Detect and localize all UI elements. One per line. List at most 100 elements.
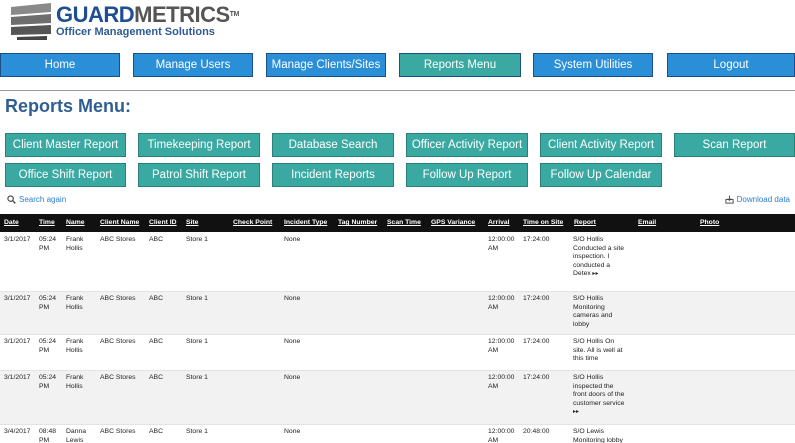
col-client-id[interactable]: Client ID	[149, 219, 177, 226]
cell-client-name-line: ABC Stores	[100, 236, 136, 243]
cell-time-on-site-line: 17:24:00	[523, 338, 550, 345]
office-shift-report-button[interactable]: Office Shift Report	[5, 163, 126, 187]
cell-time-line: PM	[39, 382, 50, 390]
col-time-on-site[interactable]: Time on Site	[523, 219, 563, 226]
cell-incident-type: None	[284, 428, 300, 437]
col-arrival[interactable]: Arrival	[488, 219, 510, 226]
cell-time-on-site: 20:48:00	[523, 428, 549, 437]
nav-manage-clients-button[interactable]: Manage Clients/Sites	[266, 53, 386, 77]
cell-client-id-line: ABC	[149, 236, 163, 243]
cell-report-line: S/O Lewis	[573, 428, 604, 435]
expand-report-icon[interactable]: ▸▸	[573, 409, 579, 415]
table-row[interactable]: 3/1/2017 05:24 PM Frank Hollis ABC Stores ABC S…	[0, 292, 795, 335]
cell-report-line: conducted a	[573, 261, 611, 269]
table-row[interactable]: 3/1/2017 05:24 PM Frank Hollis ABC Stores ABC S…	[0, 233, 795, 292]
cell-time-on-site-line: 17:24:00	[523, 374, 550, 381]
cell-time-on-site: 17:24:00	[523, 374, 549, 383]
nav-reports-menu-button[interactable]: Reports Menu	[399, 53, 521, 77]
brand-tagline: Officer Management Solutions	[56, 26, 215, 38]
follow-up-report-button[interactable]: Follow Up Report	[406, 163, 528, 187]
nav-home-button[interactable]: Home	[0, 53, 120, 77]
cell-time-on-site-line: 17:24:00	[523, 236, 550, 243]
timekeeping-report-button[interactable]: Timekeeping Report	[138, 133, 260, 157]
cell-site: Store 1	[186, 338, 208, 347]
col-check-point[interactable]: Check Point	[233, 219, 272, 226]
col-photo[interactable]: Photo	[700, 219, 719, 226]
cell-date-line: 3/1/2017	[4, 295, 31, 302]
cell-incident-type-line: None	[284, 295, 301, 302]
cell-client-name: ABC Stores	[100, 338, 136, 347]
cell-report: S/O Lewis Monitoring lobby	[573, 428, 623, 443]
search-again-label: Search again	[19, 195, 67, 204]
search-again-link[interactable]: Search again	[7, 195, 67, 205]
cell-name: Frank Hollis	[66, 338, 83, 355]
cell-time-line: 05:24	[39, 374, 57, 381]
scan-report-button[interactable]: Scan Report	[674, 133, 795, 157]
cell-client-id-line: ABC	[149, 338, 163, 345]
cell-time: 05:24 PM	[39, 295, 56, 312]
patrol-shift-report-button[interactable]: Patrol Shift Report	[138, 163, 260, 187]
cell-report-line: lobby	[573, 320, 590, 328]
download-icon	[725, 195, 734, 204]
cell-name: Frank Hollis	[66, 295, 83, 312]
table-row[interactable]: 3/1/2017 05:24 PM Frank Hollis ABC Stores ABC S…	[0, 371, 795, 425]
database-search-button[interactable]: Database Search	[272, 133, 394, 157]
col-site[interactable]: Site	[186, 219, 198, 226]
col-incident-type[interactable]: Incident Type	[284, 219, 327, 226]
cell-report-line: this time	[573, 355, 599, 362]
officer-activity-report-button[interactable]: Officer Activity Report	[406, 133, 528, 157]
col-client-name[interactable]: Client Name	[100, 219, 139, 226]
cell-arrival: 12:00:00 AM	[488, 374, 514, 391]
client-activity-report-button[interactable]: Client Activity Report	[540, 133, 662, 157]
cell-client-id-line: ABC	[149, 428, 163, 435]
cell-date: 3/1/2017	[4, 236, 30, 245]
nav-logout-button[interactable]: Logout	[667, 53, 795, 77]
cell-arrival: 12:00:00 AM	[488, 338, 514, 355]
table-row[interactable]: 3/4/2017 08:48 PM Danna Lewis ABC Stores ABC St…	[0, 425, 795, 443]
cell-report-more: ▸▸	[573, 408, 624, 417]
cell-date-line: 3/4/2017	[4, 428, 31, 435]
cell-arrival-line: AM	[488, 244, 499, 252]
nav-manage-users-button[interactable]: Manage Users	[133, 53, 253, 77]
cell-site: Store 1	[186, 428, 208, 437]
download-data-link[interactable]: Download data	[725, 195, 790, 204]
expand-report-icon[interactable]: ▸▸	[591, 271, 598, 277]
client-master-report-button[interactable]: Client Master Report	[5, 133, 126, 157]
col-gps-variance[interactable]: GPS Variance	[431, 219, 475, 226]
table-header: Date Time Name Client Name Client ID Sit…	[0, 214, 795, 232]
cell-client-name: ABC Stores	[100, 236, 136, 245]
col-scan-time[interactable]: Scan Time	[387, 219, 421, 226]
cell-time-line: 05:24	[39, 295, 57, 302]
col-date[interactable]: Date	[4, 219, 19, 226]
cell-client-name: ABC Stores	[100, 374, 136, 383]
col-email[interactable]: Email	[638, 219, 656, 226]
cell-report-line: cameras and	[573, 312, 613, 319]
cell-report: S/O Hollis On site. All is well at this ti…	[573, 338, 622, 364]
cell-report: S/O Hollis Monitoring cameras and lobby	[573, 295, 612, 329]
incident-reports-button[interactable]: Incident Reports	[272, 163, 394, 187]
col-time[interactable]: Time	[39, 219, 55, 226]
nav-system-utilities-button[interactable]: System Utilities	[533, 53, 653, 77]
download-data-label: Download data	[736, 195, 790, 204]
cell-report-line: inspected the	[573, 382, 614, 390]
cell-client-id-line: ABC	[149, 295, 163, 302]
cell-time-line: PM	[39, 244, 50, 252]
cell-name-line: Lewis	[66, 436, 84, 443]
cell-time-on-site-line: 17:24:00	[523, 295, 550, 302]
col-tag-number[interactable]: Tag Number	[338, 219, 377, 226]
cell-time-line: PM	[39, 436, 50, 443]
cell-name-line: Frank	[66, 295, 84, 302]
cell-time: 05:24 PM	[39, 236, 56, 253]
table-row[interactable]: 3/1/2017 05:24 PM Frank Hollis ABC Stores ABC S…	[0, 335, 795, 371]
cell-site: Store 1	[186, 295, 208, 304]
cell-name-line: Hollis	[66, 244, 83, 252]
col-report[interactable]: Report	[574, 219, 596, 226]
follow-up-calendar-button[interactable]: Follow Up Calendar	[540, 163, 662, 187]
cell-date-line: 3/1/2017	[4, 374, 31, 381]
cell-time-line: 08:48	[39, 428, 57, 435]
cell-report-line: customer service	[573, 399, 625, 407]
cell-name: Frank Hollis	[66, 374, 83, 391]
cell-report-line: Monitoring lobby	[573, 436, 623, 443]
cell-report-line: Conducted a site	[573, 244, 625, 252]
col-name[interactable]: Name	[66, 219, 85, 226]
